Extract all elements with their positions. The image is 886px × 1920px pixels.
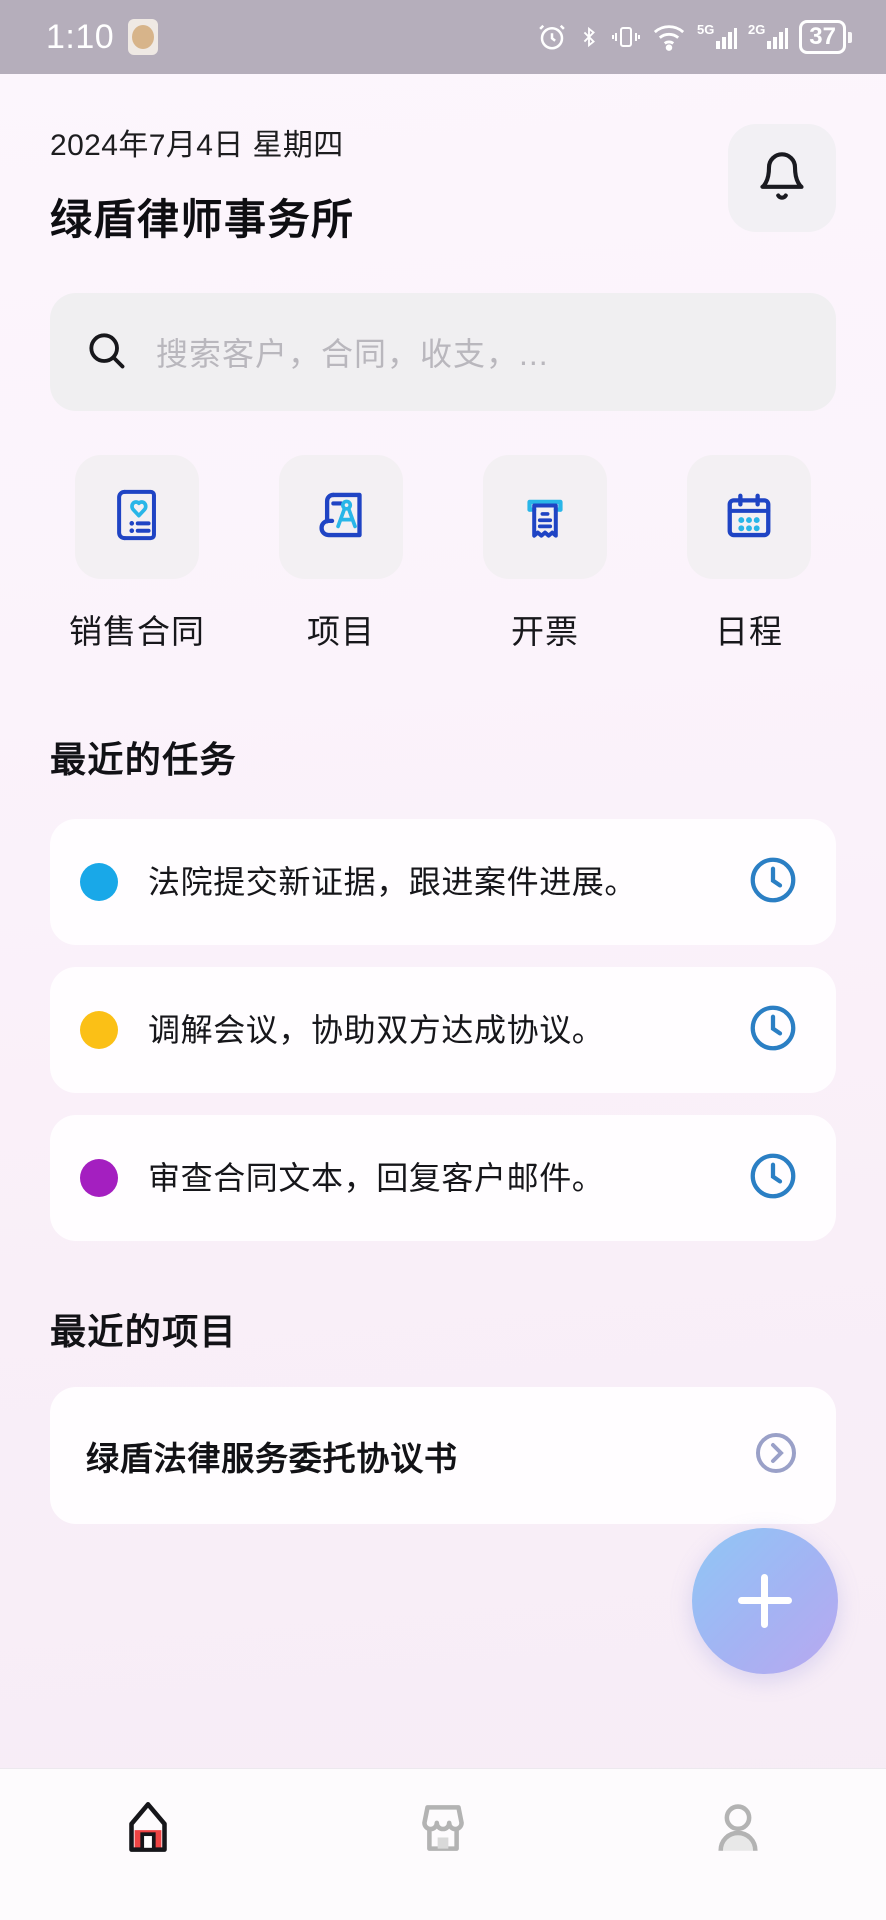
task-reminder-button[interactable] (746, 1149, 800, 1208)
quick-action-project[interactable]: 项目 (244, 455, 438, 653)
current-date: 2024年7月4日 星期四 (50, 129, 344, 162)
clock-icon (746, 853, 800, 912)
project-row[interactable]: 绿盾法律服务委托协议书 (50, 1387, 836, 1524)
task-reminder-button[interactable] (746, 853, 800, 912)
quick-action-tile (279, 455, 403, 579)
recent-tasks-list: 法院提交新证据，跟进案件进展。 调解会议，协助双方达成协议。 审查合同文本，回复… (0, 819, 886, 1241)
clock-icon (746, 1149, 800, 1208)
task-description: 审查合同文本，回复客户邮件。 (148, 1160, 605, 1196)
task-row[interactable]: 调解会议，协助双方达成协议。 (50, 967, 836, 1093)
signal-2g-icon: 2G (748, 21, 789, 53)
task-row[interactable]: 法院提交新证据，跟进案件进展。 (50, 819, 836, 945)
task-row[interactable]: 审查合同文本，回复客户邮件。 (50, 1115, 836, 1241)
alarm-icon (537, 21, 567, 53)
quick-action-label: 开票 (511, 613, 579, 650)
task-status-dot (80, 1011, 118, 1049)
status-bar-right: 5G 2G 37 (537, 20, 852, 54)
recent-projects-list: 绿盾法律服务委托协议书 (0, 1387, 886, 1524)
task-status-dot (80, 1159, 118, 1197)
quick-action-label: 销售合同 (69, 613, 205, 650)
store-icon (410, 1795, 476, 1866)
quick-action-label: 日程 (715, 613, 783, 650)
blueprint-compass-icon (304, 478, 378, 557)
quick-action-label: 项目 (307, 613, 375, 650)
page-title: 绿盾律师事务所 (50, 196, 355, 243)
svg-text:2G: 2G (748, 22, 765, 37)
task-description: 法院提交新证据，跟进案件进展。 (148, 864, 638, 900)
invoice-receipt-icon (508, 478, 582, 557)
quick-action-invoice[interactable]: 开票 (448, 455, 642, 653)
header-text-block: 2024年7月4日 星期四 绿盾律师事务所 (50, 120, 355, 247)
nav-item-store[interactable] (295, 1795, 590, 1866)
project-name: 绿盾法律服务委托协议书 (86, 1439, 458, 1477)
quick-actions-grid: 销售合同 项目 开票 日程 (0, 411, 886, 653)
bluetooth-icon (578, 21, 600, 53)
search-placeholder: 搜索客户，合同，收支，... (156, 336, 549, 372)
home-icon (115, 1795, 181, 1866)
search-section: 搜索客户，合同，收支，... (0, 247, 886, 411)
status-bar-left: 1:10 (46, 17, 159, 57)
signal-5g-icon: 5G (697, 21, 738, 53)
battery-tip (848, 31, 852, 43)
recent-projects-heading: 最近的项目 (50, 1311, 238, 1352)
bottom-navigation-bar (0, 1768, 886, 1920)
battery-icon: 37 (799, 20, 852, 54)
recent-tasks-heading: 最近的任务 (50, 739, 238, 780)
profile-icon (705, 1795, 771, 1866)
add-button[interactable] (692, 1528, 838, 1674)
nav-item-profile[interactable] (591, 1795, 886, 1866)
task-description: 调解会议，协助双方达成协议。 (148, 1012, 605, 1048)
quick-action-schedule[interactable]: 日程 (652, 455, 846, 653)
quick-action-tile (483, 455, 607, 579)
quick-action-sales-contract[interactable]: 销售合同 (40, 455, 234, 653)
bell-icon (756, 149, 808, 208)
vibrate-icon (611, 21, 641, 53)
clock-icon (746, 1001, 800, 1060)
quick-action-tile (687, 455, 811, 579)
battery-level: 37 (799, 20, 846, 54)
contract-heart-icon (100, 478, 174, 557)
search-icon (84, 328, 128, 377)
plus-icon (738, 1574, 792, 1628)
status-time: 1:10 (46, 17, 115, 56)
app-header: 2024年7月4日 星期四 绿盾律师事务所 (0, 74, 886, 247)
quick-action-tile (75, 455, 199, 579)
task-reminder-button[interactable] (746, 1001, 800, 1060)
nav-item-home[interactable] (0, 1795, 295, 1866)
svg-text:5G: 5G (697, 22, 714, 37)
page-content: 2024年7月4日 星期四 绿盾律师事务所 搜索客户，合同，收支，... 销售合… (0, 74, 886, 1768)
chevron-right-icon (752, 1429, 800, 1482)
status-capsule-icon (128, 19, 159, 55)
status-bar: 1:10 5G 2G 37 (0, 0, 886, 74)
search-input[interactable]: 搜索客户，合同，收支，... (50, 293, 836, 411)
calendar-icon (712, 478, 786, 557)
notifications-button[interactable] (728, 124, 836, 232)
wifi-icon (652, 22, 686, 52)
task-status-dot (80, 863, 118, 901)
